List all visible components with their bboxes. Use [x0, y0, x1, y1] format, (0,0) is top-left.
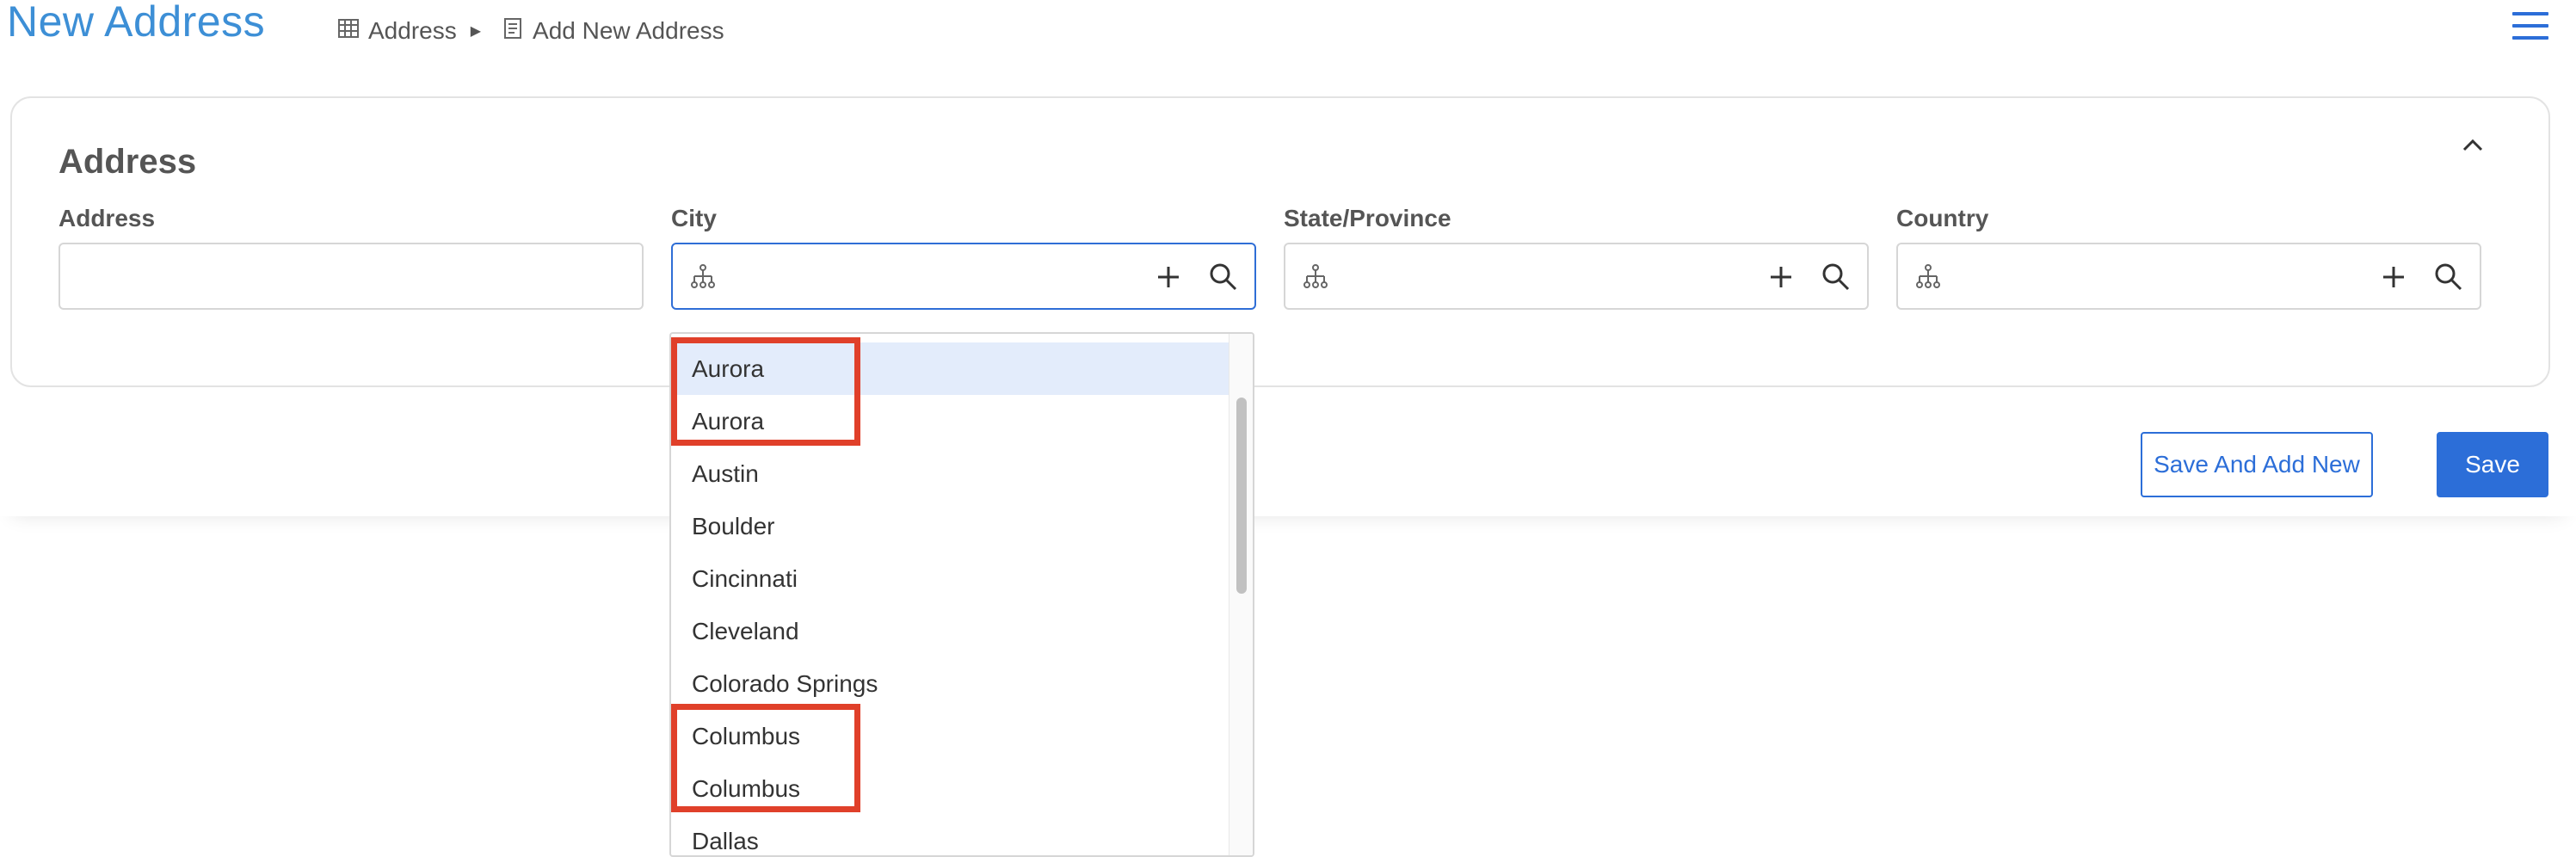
add-state-plus-icon[interactable] [1764, 260, 1798, 294]
dropdown-option[interactable]: Aurora [671, 342, 1229, 395]
country-label: Country [1896, 205, 1989, 231]
table-icon [337, 17, 360, 46]
breadcrumb-item-address[interactable]: Address [337, 17, 457, 46]
scrollbar-thumb[interactable] [1236, 398, 1247, 594]
dropdown-option[interactable]: Columbus [671, 710, 1229, 762]
city-dropdown-list[interactable]: Aurora Aurora Austin Boulder Cincinnati Cleve… [669, 332, 1254, 857]
dropdown-scrollbar[interactable] [1229, 334, 1253, 855]
page-title: New Address [7, 0, 266, 46]
breadcrumb-separator-icon: ▶ [470, 24, 482, 39]
breadcrumb-label: Add New Address [533, 17, 724, 44]
breadcrumb-label: Address [368, 17, 457, 44]
card-title: Address [59, 143, 197, 181]
country-input[interactable] [1896, 243, 2481, 310]
search-state-icon[interactable] [1819, 260, 1853, 294]
dropdown-options: Aurora Aurora Austin Boulder Cincinnati Cleve… [671, 342, 1229, 855]
dropdown-option[interactable]: Columbus [671, 762, 1229, 815]
chevron-up-icon[interactable] [2456, 127, 2490, 162]
hierarchy-icon [1915, 263, 1941, 289]
dropdown-option[interactable]: Austin [671, 447, 1229, 500]
add-city-plus-icon[interactable] [1151, 260, 1186, 294]
dropdown-option[interactable]: Colorado Springs [671, 657, 1229, 710]
save-button[interactable]: Save [2437, 432, 2548, 497]
breadcrumb-item-add-new-address: Add New Address [502, 17, 724, 46]
add-country-plus-icon[interactable] [2376, 260, 2411, 294]
top-bar: New Address Address ▶ Add New Address [0, 0, 2576, 60]
state-input[interactable] [1284, 243, 1869, 310]
hierarchy-icon [1303, 263, 1328, 289]
state-label: State/Province [1284, 205, 1451, 231]
hamburger-menu-icon[interactable] [2512, 12, 2552, 46]
address-label: Address [59, 205, 156, 231]
city-label: City [671, 205, 717, 231]
city-input[interactable] [671, 243, 1256, 310]
search-city-icon[interactable] [1206, 260, 1241, 294]
dropdown-option[interactable]: Boulder [671, 500, 1229, 552]
save-and-add-new-button[interactable]: Save And Add New [2141, 432, 2373, 497]
dropdown-option[interactable]: Dallas [671, 815, 1229, 855]
dropdown-option[interactable]: Cleveland [671, 605, 1229, 657]
address-input[interactable] [59, 243, 644, 310]
breadcrumb: Address ▶ Add New Address [337, 14, 724, 48]
hierarchy-icon [690, 263, 716, 289]
document-icon [502, 17, 524, 46]
dropdown-option[interactable]: Aurora [671, 395, 1229, 447]
address-card: Address Address City State/Province Coun… [10, 96, 2550, 387]
search-country-icon[interactable] [2431, 260, 2466, 294]
dropdown-option[interactable]: Cincinnati [671, 552, 1229, 605]
